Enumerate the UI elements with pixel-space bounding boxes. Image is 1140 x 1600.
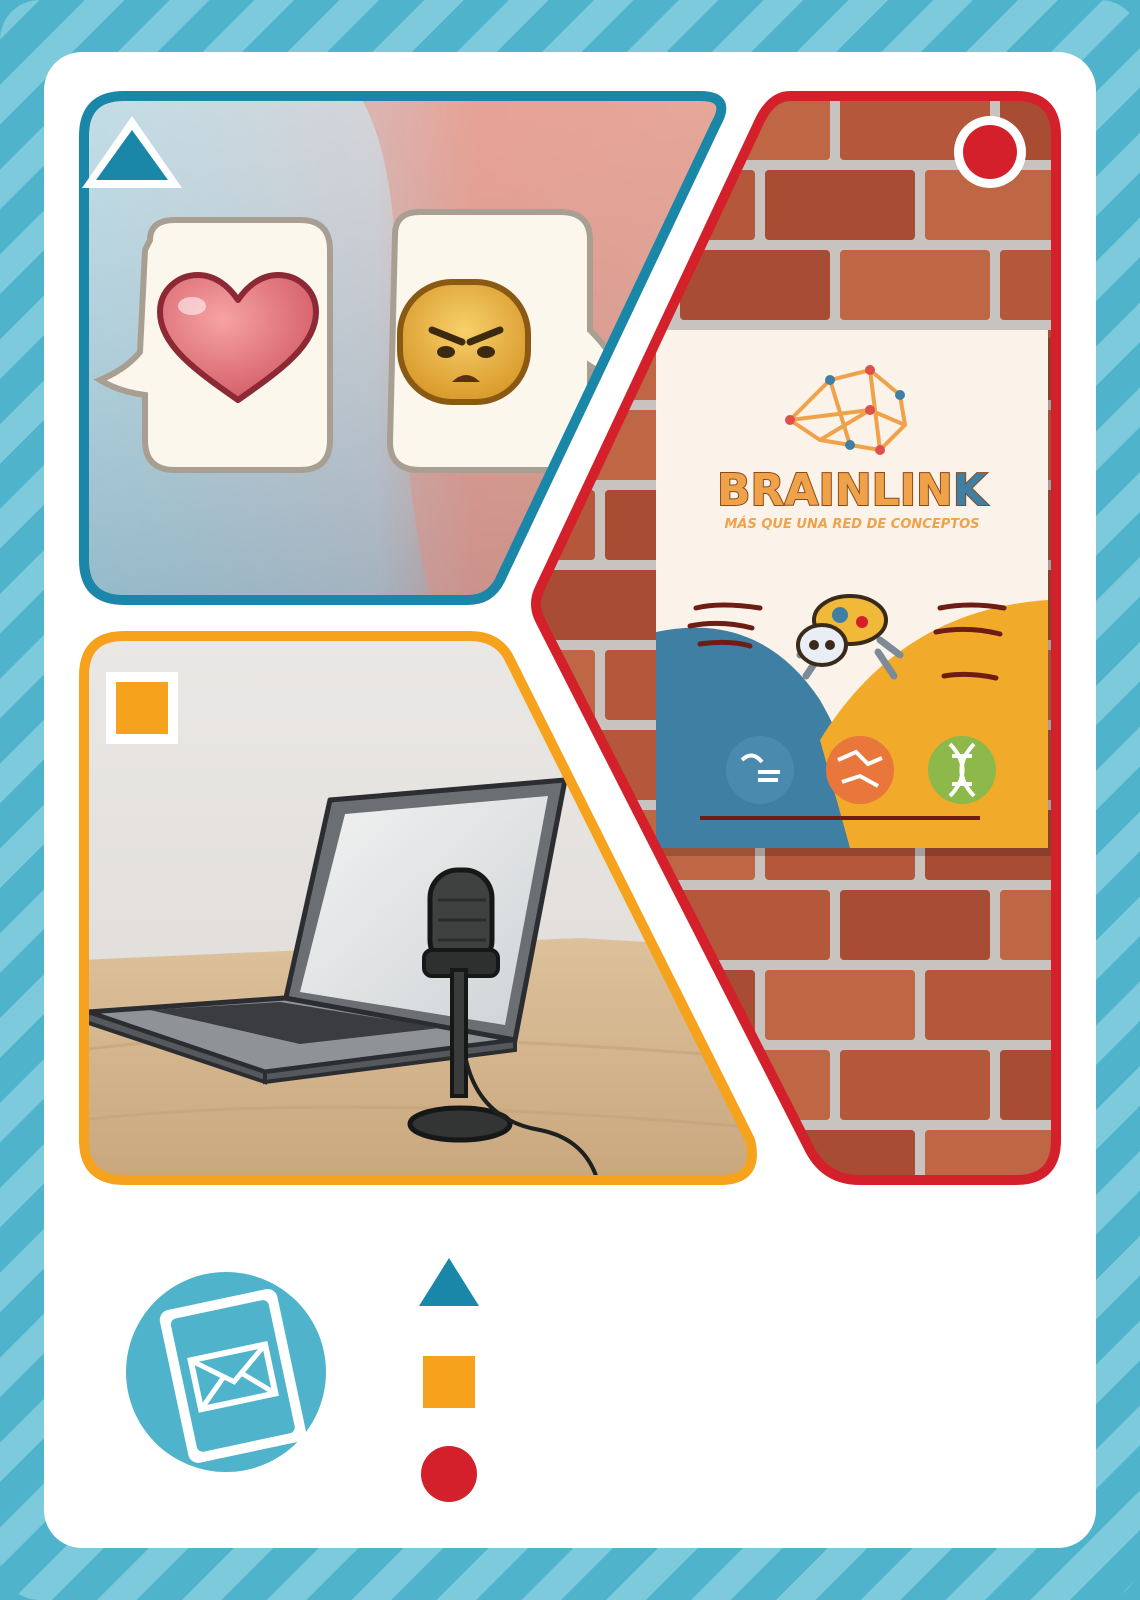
circle-marker-icon	[954, 116, 1026, 188]
brick	[680, 250, 830, 320]
angry-face-icon	[397, 279, 531, 405]
world-map-icon	[826, 736, 894, 804]
poster-subtitle: MÁS QUE UNA RED DE CONCEPTOS	[724, 516, 979, 532]
game-card: BRAINLINK MÁS QUE UNA RED DE CONCEPTOS	[0, 0, 1140, 1600]
symbol-legend	[419, 1258, 479, 1502]
square-marker-icon	[106, 672, 178, 744]
mail-card-badge	[126, 1272, 326, 1472]
dna-icon	[928, 736, 996, 804]
legend-square-icon	[423, 1356, 475, 1408]
poster-title: BRAINLINK	[717, 465, 989, 516]
brick	[765, 970, 915, 1040]
speech-heads-icon	[726, 736, 794, 804]
brick	[840, 1050, 990, 1120]
legend-circle-icon	[421, 1446, 477, 1502]
card-art: BRAINLINK MÁS QUE UNA RED DE CONCEPTOS	[0, 0, 1140, 1600]
brick	[840, 890, 990, 960]
brainlink-poster: BRAINLINK MÁS QUE UNA RED DE CONCEPTOS	[656, 330, 1054, 856]
brick	[840, 250, 990, 320]
brick	[765, 170, 915, 240]
